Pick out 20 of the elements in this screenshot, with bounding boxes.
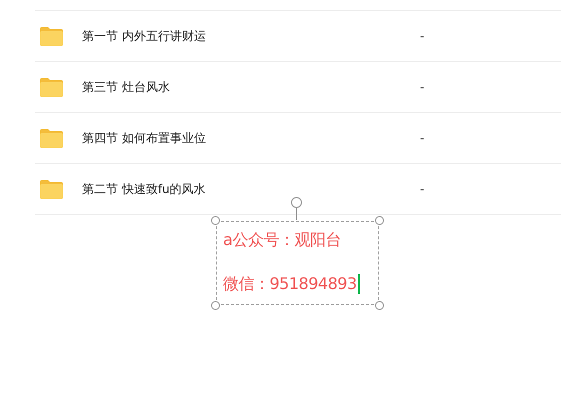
- file-name[interactable]: 第二节 快速致fu的风水: [82, 180, 420, 198]
- folder-icon: [39, 128, 64, 148]
- resize-handle[interactable]: [375, 301, 384, 310]
- table-cell-text: -: [420, 130, 424, 147]
- folder-icon: [39, 76, 64, 98]
- table-cell-text: -: [420, 79, 424, 96]
- table-cell-text: -: [420, 181, 424, 198]
- text-line: 微信：951894893: [223, 273, 357, 295]
- resize-handle[interactable]: [211, 216, 220, 225]
- rotate-handle[interactable]: [291, 197, 302, 220]
- folder-icon: [39, 26, 64, 46]
- folder-icon: [39, 178, 64, 200]
- text-cursor: [358, 274, 360, 294]
- resize-handle[interactable]: [211, 301, 220, 310]
- file-name[interactable]: 第四节 如何布置事业位: [82, 129, 420, 147]
- file-name[interactable]: 第三节 灶台风水: [82, 78, 420, 96]
- text-line: a公众号：观阳台: [223, 229, 341, 251]
- file-name[interactable]: 第一节 内外五行讲财运: [82, 27, 420, 45]
- table-cell-text: -: [420, 28, 424, 45]
- resize-handle[interactable]: [375, 216, 384, 225]
